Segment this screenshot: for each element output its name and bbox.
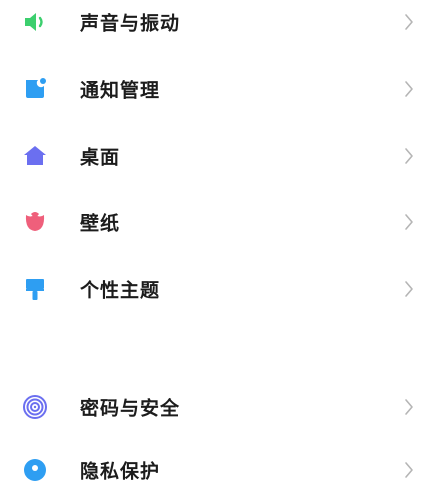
settings-row-wallpaper[interactable]: 壁纸 bbox=[0, 192, 438, 252]
fingerprint-icon bbox=[22, 394, 48, 420]
chevron-right-icon bbox=[404, 147, 414, 165]
privacy-icon bbox=[22, 457, 48, 483]
tulip-icon bbox=[22, 209, 48, 235]
speaker-icon bbox=[22, 9, 48, 35]
chevron-right-icon bbox=[404, 280, 414, 298]
settings-row-label: 桌面 bbox=[80, 146, 121, 169]
chevron-right-icon bbox=[404, 213, 414, 231]
settings-row-themes[interactable]: 个性主题 bbox=[0, 259, 438, 319]
settings-row-label: 壁纸 bbox=[80, 212, 121, 235]
settings-row-label: 密码与安全 bbox=[80, 397, 181, 420]
settings-row-label: 通知管理 bbox=[80, 79, 161, 102]
settings-row-label: 声音与振动 bbox=[80, 12, 181, 35]
settings-row-passwords-security[interactable]: 密码与安全 bbox=[0, 377, 438, 437]
paintbrush-icon bbox=[22, 276, 48, 302]
notification-icon bbox=[22, 76, 48, 102]
settings-row-sound[interactable]: 声音与振动 bbox=[0, 0, 438, 52]
chevron-right-icon bbox=[404, 80, 414, 98]
settings-row-privacy[interactable]: 隐私保护 bbox=[0, 440, 438, 500]
settings-row-home-screen[interactable]: 桌面 bbox=[0, 126, 438, 186]
home-icon bbox=[22, 143, 48, 169]
chevron-right-icon bbox=[404, 398, 414, 416]
settings-row-label: 个性主题 bbox=[80, 279, 161, 302]
chevron-right-icon bbox=[404, 461, 414, 479]
settings-row-label: 隐私保护 bbox=[80, 460, 161, 483]
settings-row-notifications[interactable]: 通知管理 bbox=[0, 59, 438, 119]
section-divider bbox=[0, 328, 438, 376]
settings-list: 声音与振动 通知管理 桌面 壁纸 个性主题 密码与安全 隐私保护 bbox=[0, 0, 438, 483]
chevron-right-icon bbox=[404, 13, 414, 31]
